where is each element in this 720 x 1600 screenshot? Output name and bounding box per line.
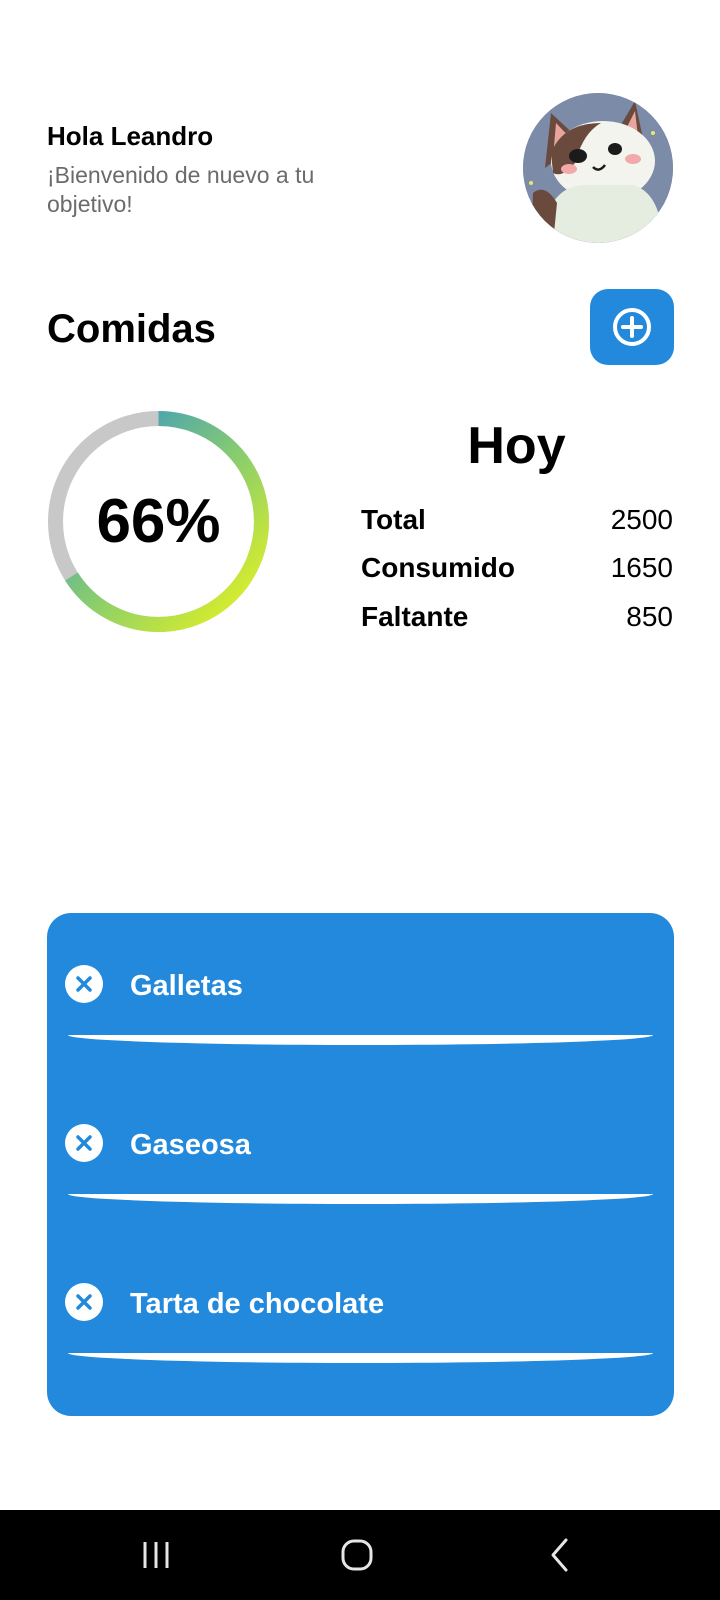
- progress-percent: 66%: [96, 487, 221, 556]
- meals-list: Galletas Gaseosa Tarta de chocolate: [47, 913, 674, 1416]
- back-icon: [551, 1538, 568, 1572]
- greeting-subtitle: ¡Bienvenido de nuevo a tu objetivo!: [47, 162, 315, 217]
- stat-row-remaining: Faltante 850: [361, 600, 673, 634]
- meal-divider: [68, 1035, 653, 1045]
- meal-name: Tarta de chocolate: [130, 1288, 385, 1320]
- stat-row-total: Total 2500: [361, 503, 673, 537]
- list-item[interactable]: Tarta de chocolate: [47, 1231, 674, 1363]
- meal-name: Gaseosa: [130, 1129, 251, 1161]
- remove-meal-button[interactable]: [65, 1283, 103, 1321]
- close-icon: [76, 976, 92, 992]
- section-title: Comidas: [47, 307, 216, 351]
- summary-title: Hoy: [467, 417, 566, 475]
- remove-meal-button[interactable]: [65, 965, 103, 1003]
- meal-divider: [68, 1194, 653, 1204]
- recents-icon: [143, 1542, 169, 1568]
- stat-value: 1650: [610, 552, 673, 583]
- nav-home-button[interactable]: [327, 1530, 387, 1580]
- nav-recents-button[interactable]: [126, 1530, 186, 1580]
- add-meal-button[interactable]: [590, 289, 674, 365]
- home-icon: [341, 1539, 373, 1571]
- stat-value: 850: [626, 601, 673, 632]
- close-icon: [76, 1294, 92, 1310]
- close-icon: [76, 1135, 92, 1151]
- remove-meal-button[interactable]: [65, 1124, 103, 1162]
- nav-back-button[interactable]: [530, 1530, 590, 1580]
- stat-label: Total: [361, 504, 426, 535]
- list-item[interactable]: Gaseosa: [47, 1072, 674, 1204]
- stat-value: 2500: [610, 504, 673, 535]
- list-item[interactable]: Galletas: [47, 913, 674, 1045]
- greeting-title: Hola Leandro: [47, 121, 214, 151]
- stat-row-consumed: Consumido 1650: [361, 551, 673, 585]
- stat-label: Faltante: [361, 601, 469, 632]
- avatar[interactable]: [523, 93, 673, 243]
- system-nav-bar: [0, 1510, 720, 1600]
- meal-divider: [68, 1353, 653, 1363]
- stat-label: Consumido: [361, 552, 515, 583]
- plus-circle-icon: [613, 308, 651, 346]
- meal-name: Galletas: [130, 970, 243, 1002]
- avatar-cat-image: [523, 93, 673, 243]
